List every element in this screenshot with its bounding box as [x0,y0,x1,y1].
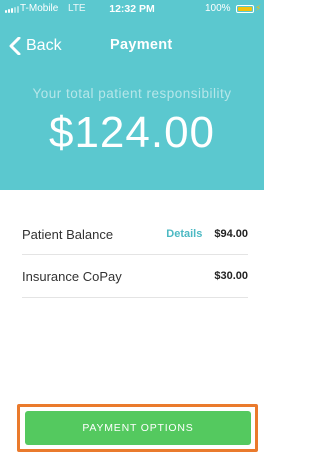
chevron-left-icon [9,37,21,55]
payment-options-button[interactable]: PAYMENT OPTIONS [25,411,251,445]
insurance-copay-label: Insurance CoPay [22,268,122,284]
details-link[interactable]: Details [166,228,202,240]
battery-icon [236,5,254,13]
navigation-bar: Back Payment [0,32,264,60]
row-divider [22,254,248,255]
insurance-copay-row: Insurance CoPay $30.00 [22,259,248,293]
row-divider [22,297,248,298]
payment-screen: T-Mobile LTE 12:32 PM 100% ⚡ Back Paymen… [0,0,264,460]
patient-balance-row: Patient Balance Details $94.00 [22,217,248,251]
total-responsibility-label: Your total patient responsibility [32,86,232,101]
payment-header: T-Mobile LTE 12:32 PM 100% ⚡ Back Paymen… [0,0,264,190]
page-title: Payment [110,37,173,53]
insurance-copay-value: $30.00 [214,270,248,282]
patient-balance-value: $94.00 [214,228,248,240]
back-button[interactable]: Back [8,34,62,58]
patient-balance-label: Patient Balance [22,226,114,242]
battery-percent: 100% [205,3,231,14]
back-label: Back [26,37,62,54]
battery-level [238,7,252,11]
charging-bolt-icon: ⚡ [255,3,262,13]
total-responsibility-amount: $124.00 [48,108,216,157]
status-bar: T-Mobile LTE 12:32 PM 100% ⚡ [0,0,264,18]
